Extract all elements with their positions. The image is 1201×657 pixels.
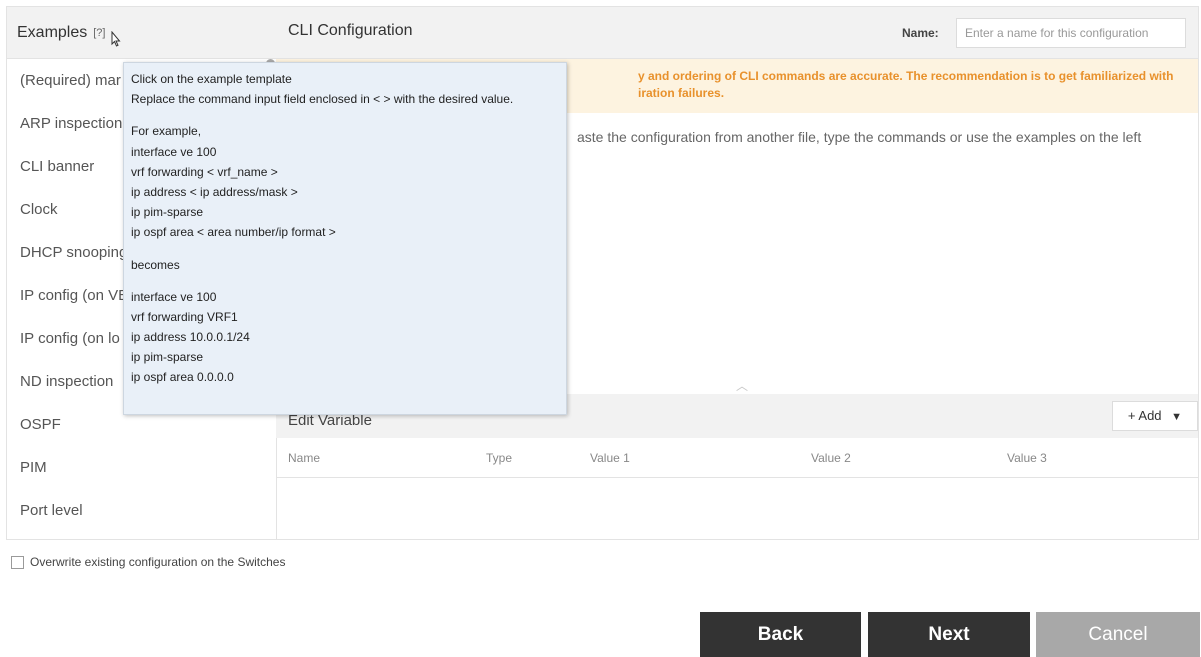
tooltip-line: interface ve 100 [131,144,217,159]
tooltip-line: ip pim-sparse [131,350,204,365]
example-item[interactable]: PIM [7,446,275,489]
next-button[interactable]: Next [868,612,1030,657]
back-button[interactable]: Back [700,612,861,657]
examples-header: Examples [?] [7,7,276,59]
column-type: Type [486,451,513,465]
add-variable-button[interactable]: + Add ▼ [1112,401,1198,431]
tooltip-line: ip address 10.0.0.1/24 [131,330,250,345]
variable-table-header: Name Type Value 1 Value 2 Value 3 [276,439,1198,478]
add-label: + Add [1127,408,1162,423]
tooltip-line: vrf forwarding < vrf_name > [131,164,278,179]
editor-hint: aste the configuration from another file… [577,129,1142,145]
config-name-input[interactable] [956,18,1186,48]
caret-down-icon: ▼ [1171,411,1183,423]
cli-title: CLI Configuration [288,22,413,39]
tooltip-line: Replace the command input field enclosed… [131,92,514,107]
tooltip-line: becomes [131,257,180,272]
examples-title: Examples [17,23,88,41]
tooltip-line: For example, [131,124,202,139]
collapse-icon[interactable]: ︿ [736,377,748,394]
overwrite-checkbox[interactable] [11,555,24,569]
cancel-button[interactable]: Cancel [1036,612,1200,657]
tooltip-line: ip pim-sparse [131,205,204,220]
column-value-3: Value 3 [1007,451,1047,465]
examples-help-tooltip: Click on the example template Replace the… [123,62,567,415]
overwrite-label: Overwrite existing configuration on the … [30,555,286,569]
column-name: Name [288,451,321,465]
column-value-1: Value 1 [590,451,630,465]
mouse-cursor-icon [111,31,121,47]
tooltip-line: Click on the example template [131,72,292,86]
column-value-2: Value 2 [811,451,851,465]
tooltip-line: ip ospf area < area number/ip format > [131,225,336,240]
help-icon[interactable]: [?] [93,27,105,39]
example-item[interactable]: Port level [7,489,275,532]
tooltip-line: interface ve 100 [131,289,217,304]
name-label: Name: [902,26,939,40]
tooltip-line: vrf forwarding VRF1 [131,309,238,324]
overwrite-option[interactable]: Overwrite existing configuration on the … [11,555,285,569]
tooltip-line: ip address < ip address/mask > [131,184,298,199]
tooltip-line: ip ospf area 0.0.0.0 [131,370,234,385]
cli-header: CLI Configuration Name: [276,7,1198,59]
